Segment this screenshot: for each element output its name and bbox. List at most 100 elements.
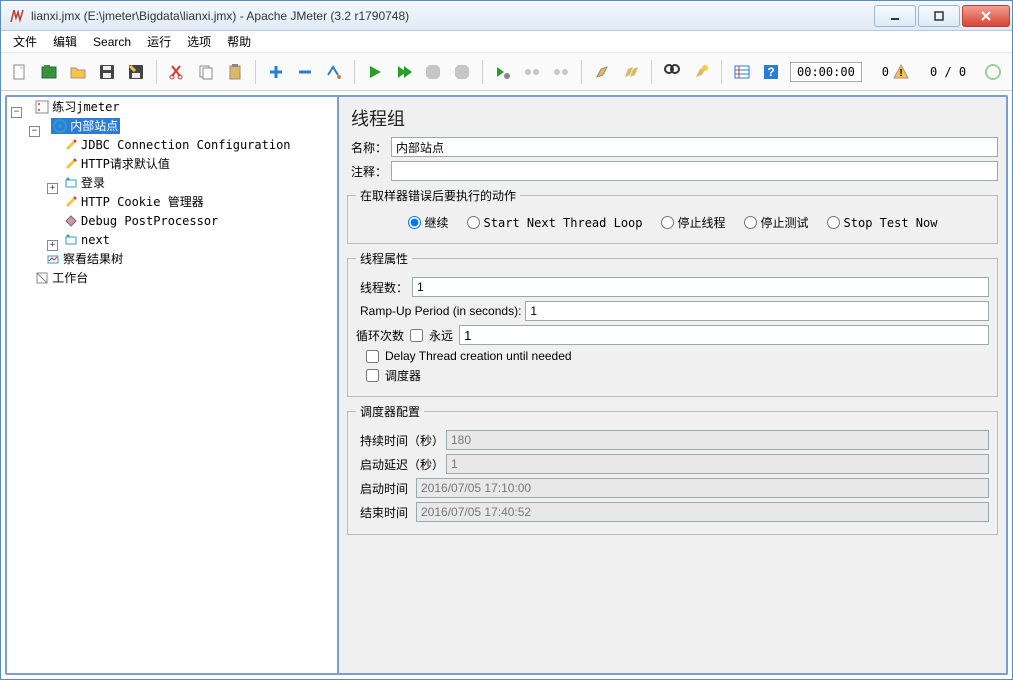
menu-options[interactable]: 选项 [181, 31, 217, 52]
tree-item[interactable]: 登录 [62, 175, 107, 191]
delay-create-checkbox[interactable] [366, 350, 379, 363]
warning-icon[interactable]: ! [892, 63, 910, 81]
search-icon[interactable] [659, 59, 685, 85]
app-icon [9, 8, 25, 24]
toolbar-separator [721, 60, 722, 84]
clear-all-icon[interactable] [618, 59, 644, 85]
tree-label: 内部站点 [70, 118, 118, 134]
delay-input[interactable] [446, 454, 989, 474]
expand-toggle[interactable]: − [29, 126, 40, 137]
expand-toggle[interactable]: + [47, 183, 58, 194]
cut-icon[interactable] [164, 59, 190, 85]
tree-item[interactable]: Debug PostProcessor [62, 213, 220, 229]
listener-icon [46, 252, 60, 266]
forever-checkbox[interactable] [410, 329, 423, 342]
radio-stop-test[interactable]: 停止测试 [744, 214, 809, 231]
copy-icon[interactable] [193, 59, 219, 85]
name-input[interactable] [391, 137, 998, 157]
save-as-icon[interactable] [123, 59, 149, 85]
close-button[interactable] [962, 5, 1010, 27]
reset-search-icon[interactable] [688, 59, 714, 85]
thread-props-fieldset: 线程属性 线程数： Ramp-Up Period (in seconds): 循… [347, 250, 998, 397]
forever-label: 永远 [429, 327, 453, 344]
tree-label: 工作台 [52, 270, 88, 286]
end-time-input[interactable] [416, 502, 989, 522]
sampler-icon [64, 233, 78, 247]
toggle-icon[interactable] [321, 59, 347, 85]
start-time-label: 启动时间 [356, 480, 416, 497]
tree-item[interactable]: HTTP请求默认值 [62, 156, 172, 172]
menu-file[interactable]: 文件 [7, 31, 43, 52]
minimize-button[interactable] [874, 5, 916, 27]
stop-icon[interactable] [420, 59, 446, 85]
comment-label: 注释： [347, 163, 391, 180]
loops-input[interactable] [459, 325, 989, 345]
postprocessor-icon [64, 214, 78, 228]
expand-icon[interactable] [263, 59, 289, 85]
end-time-label: 结束时间 [356, 504, 416, 521]
help-icon[interactable]: ? [758, 59, 784, 85]
delay-create-label: Delay Thread creation until needed [385, 349, 572, 363]
config-icon [64, 138, 78, 152]
tree-panel[interactable]: − 练习jmeter − 内部站点 [7, 97, 339, 673]
threads-label: 线程数： [356, 279, 412, 296]
tree-item[interactable]: HTTP Cookie 管理器 [62, 194, 206, 210]
radio-stop-thread[interactable]: 停止线程 [661, 214, 726, 231]
tree-item[interactable]: next [62, 232, 112, 248]
panel-title: 线程组 [351, 105, 998, 131]
radio-stop-now[interactable]: Stop Test Now [827, 216, 938, 230]
tree-item[interactable]: JDBC Connection Configuration [62, 137, 293, 153]
toolbar-separator [581, 60, 582, 84]
menu-bar: 文件 编辑 Search 运行 选项 帮助 [1, 31, 1012, 53]
rampup-input[interactable] [525, 301, 989, 321]
tree-workbench[interactable]: 工作台 [33, 270, 90, 286]
rampup-label: Ramp-Up Period (in seconds): [356, 304, 525, 318]
comment-input[interactable] [391, 161, 998, 181]
collapse-icon[interactable] [292, 59, 318, 85]
error-count: 0 [882, 65, 889, 79]
function-helper-icon[interactable] [729, 59, 755, 85]
threads-input[interactable] [412, 277, 989, 297]
open-icon[interactable] [65, 59, 91, 85]
scheduler-checkbox[interactable] [366, 369, 379, 382]
paste-icon[interactable] [222, 59, 248, 85]
svg-text:?: ? [767, 65, 774, 79]
new-file-icon[interactable] [7, 59, 33, 85]
menu-edit[interactable]: 编辑 [47, 31, 83, 52]
tree-test-plan[interactable]: 练习jmeter [33, 99, 121, 115]
remote-shutdown-icon[interactable] [548, 59, 574, 85]
shutdown-icon[interactable] [449, 59, 475, 85]
toolbar-separator [354, 60, 355, 84]
svg-text:!: ! [899, 68, 902, 79]
start-no-timers-icon[interactable] [391, 59, 417, 85]
thread-props-legend: 线程属性 [356, 250, 412, 267]
maximize-button[interactable] [918, 5, 960, 27]
start-time-input[interactable] [416, 478, 989, 498]
expand-toggle[interactable]: + [47, 240, 58, 251]
tree-listener[interactable]: 察看结果树 [44, 251, 125, 267]
expand-toggle[interactable]: − [11, 107, 22, 118]
thread-ratio: 0 / 0 [930, 65, 966, 79]
name-label: 名称： [347, 139, 391, 156]
tree-label: 练习jmeter [52, 99, 119, 115]
tree-label: HTTP Cookie 管理器 [81, 194, 204, 210]
duration-input[interactable] [446, 430, 989, 450]
save-icon[interactable] [94, 59, 120, 85]
menu-search[interactable]: Search [87, 33, 137, 51]
detail-panel: 线程组 名称： 注释： 在取样器错误后要执行的动作 继续 Start Next … [339, 97, 1006, 673]
toolbar-separator [156, 60, 157, 84]
radio-next-loop[interactable]: Start Next Thread Loop [467, 216, 643, 230]
remote-stop-icon[interactable] [519, 59, 545, 85]
clear-icon[interactable] [589, 59, 615, 85]
templates-icon[interactable] [36, 59, 62, 85]
threadgroup-icon [53, 119, 67, 133]
radio-continue[interactable]: 继续 [408, 214, 449, 231]
menu-run[interactable]: 运行 [141, 31, 177, 52]
remote-start-icon[interactable] [490, 59, 516, 85]
toolbar: ? 00:00:00 0 ! 0 / 0 [1, 53, 1012, 91]
menu-help[interactable]: 帮助 [221, 31, 257, 52]
tree-label: next [81, 232, 110, 248]
tree-label: 察看结果树 [63, 251, 123, 267]
tree-thread-group[interactable]: 内部站点 [51, 118, 120, 134]
start-icon[interactable] [362, 59, 388, 85]
